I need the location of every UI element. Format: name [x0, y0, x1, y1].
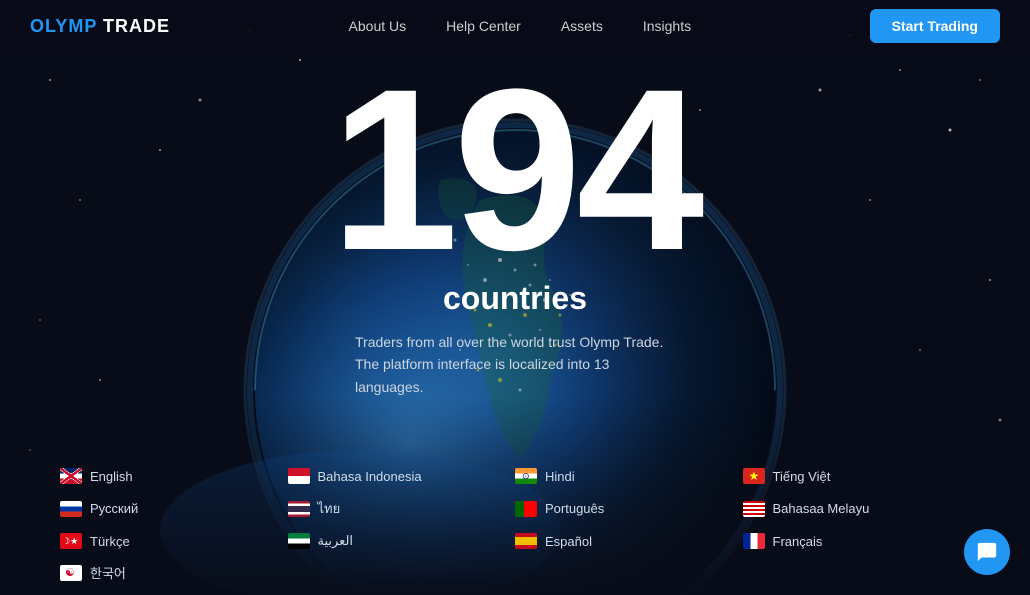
- language-grid: English Bahasa Indonesia Hindi Tiếng Việ…: [0, 465, 1030, 585]
- nav-insights[interactable]: Insights: [643, 18, 691, 34]
- flag-korea: [60, 565, 82, 581]
- chat-icon: [976, 541, 998, 563]
- nav-help-center[interactable]: Help Center: [446, 18, 521, 34]
- flag-uk: [60, 468, 82, 484]
- lang-thai[interactable]: ไทย: [288, 495, 516, 522]
- lang-french[interactable]: Français: [743, 530, 971, 552]
- lang-turkish[interactable]: Türkçe: [60, 530, 288, 552]
- lang-korean[interactable]: 한국어: [60, 560, 288, 585]
- flag-spain: [515, 533, 537, 549]
- lang-label-portuguese: Português: [545, 501, 604, 516]
- nav-assets[interactable]: Assets: [561, 18, 603, 34]
- lang-russian[interactable]: Русский: [60, 495, 288, 522]
- lang-label-thai: ไทย: [318, 498, 341, 519]
- flag-thailand: [288, 501, 310, 517]
- flag-portugal: [515, 501, 537, 517]
- start-trading-button[interactable]: Start Trading: [870, 9, 1000, 43]
- hero-content: countries Traders from all over the worl…: [355, 280, 675, 398]
- brand-logo[interactable]: OLYMP TRADE: [30, 16, 170, 37]
- lang-arabic[interactable]: العربية: [288, 530, 516, 552]
- flag-russia: [60, 501, 82, 517]
- lang-label-bahasa-indonesia: Bahasa Indonesia: [318, 469, 422, 484]
- lang-label-turkish: Türkçe: [90, 534, 130, 549]
- countries-label: countries: [355, 280, 675, 317]
- lang-label-vietnamese: Tiếng Việt: [773, 469, 831, 484]
- navbar: OLYMP TRADE About Us Help Center Assets …: [0, 0, 1030, 52]
- flag-india: [515, 468, 537, 484]
- lang-english[interactable]: English: [60, 465, 288, 487]
- lang-hindi[interactable]: Hindi: [515, 465, 743, 487]
- hero-big-number: 194: [0, 55, 1030, 285]
- lang-label-korean: 한국어: [90, 563, 126, 582]
- flag-indonesia: [288, 468, 310, 484]
- lang-label-arabic: العربية: [318, 533, 354, 549]
- flag-malaysia: [743, 501, 765, 517]
- lang-label-french: Français: [773, 534, 823, 549]
- lang-label-spanish: Español: [545, 534, 592, 549]
- nav-about-us[interactable]: About Us: [349, 18, 407, 34]
- flag-turkey: [60, 533, 82, 549]
- flag-vietnam: [743, 468, 765, 484]
- chat-button[interactable]: [964, 529, 1010, 575]
- lang-portuguese[interactable]: Português: [515, 495, 743, 522]
- lang-malay[interactable]: Bahasaa Melayu: [743, 495, 971, 522]
- lang-bahasa-indonesia[interactable]: Bahasa Indonesia: [288, 465, 516, 487]
- nav-links: About Us Help Center Assets Insights: [349, 18, 692, 34]
- lang-label-malay: Bahasaa Melayu: [773, 501, 870, 516]
- brand-name: OLYMP TRADE: [30, 16, 170, 36]
- flag-arabic: [288, 533, 310, 549]
- flag-france: [743, 533, 765, 549]
- lang-spanish[interactable]: Español: [515, 530, 743, 552]
- lang-label-english: English: [90, 469, 133, 484]
- lang-vietnamese[interactable]: Tiếng Việt: [743, 465, 971, 487]
- lang-label-russian: Русский: [90, 501, 138, 516]
- lang-label-hindi: Hindi: [545, 469, 575, 484]
- hero-description: Traders from all over the world trust Ol…: [355, 331, 675, 398]
